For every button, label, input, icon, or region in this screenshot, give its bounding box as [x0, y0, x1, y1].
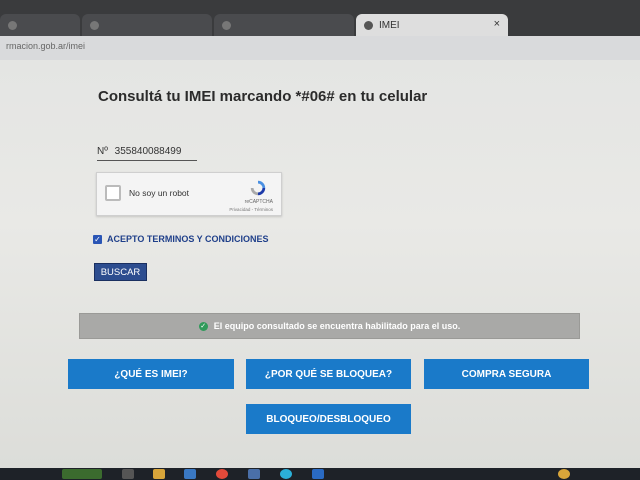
taskbar-wallpaper-icon: [62, 469, 102, 479]
bloqueo-desbloqueo-button[interactable]: BLOQUEO/DESBLOQUEO: [246, 404, 411, 434]
status-banner: ✓ El equipo consultado se encuentra habi…: [79, 313, 580, 339]
browser-tab-imei[interactable]: IMEI ×: [356, 14, 508, 36]
imei-value: 355840088499: [114, 146, 182, 157]
calculator-icon[interactable]: [184, 469, 196, 479]
tab-favicon-icon: [8, 20, 17, 30]
recaptcha-checkbox[interactable]: [105, 185, 121, 201]
task-view-icon[interactable]: [122, 469, 134, 479]
recaptcha-brand: reCAPTCHA: [244, 199, 273, 205]
por-que-se-bloquea-button[interactable]: ¿POR QUÉ SE BLOQUEA?: [246, 359, 411, 389]
terms-label: ACEPTO TERMINOS Y CONDICIONES: [107, 234, 269, 244]
browser-tab[interactable]: [214, 14, 354, 36]
page-title: Consultá tu IMEI marcando *#06# en tu ce…: [98, 88, 428, 105]
outlook-icon[interactable]: [312, 469, 324, 479]
imei-field[interactable]: Nº 355840088499: [97, 146, 197, 161]
terms-checkbox-row[interactable]: ✓ ACEPTO TERMINOS Y CONDICIONES: [93, 234, 269, 244]
status-message: El equipo consultado se encuentra habili…: [213, 321, 461, 331]
tab-favicon-icon: [90, 20, 99, 30]
imei-prefix: Nº: [97, 146, 108, 157]
recaptcha-widget: No soy un robot reCAPTCHA Privacidad - T…: [96, 172, 282, 216]
browser-tab[interactable]: [82, 14, 212, 36]
recaptcha-logo-icon: [250, 180, 266, 196]
terms-checkbox[interactable]: ✓: [93, 234, 102, 244]
page-content: Consultá tu IMEI marcando *#06# en tu ce…: [0, 60, 640, 468]
que-es-imei-button[interactable]: ¿QUÉ ES IMEI?: [68, 359, 234, 389]
browser-tab-bar: IMEI ×: [0, 0, 640, 40]
tab-favicon-icon: [364, 20, 373, 30]
weather-icon[interactable]: [558, 469, 570, 479]
compra-segura-button[interactable]: COMPRA SEGURA: [424, 359, 589, 389]
edge-icon[interactable]: [280, 469, 292, 479]
tab-favicon-icon: [222, 20, 231, 30]
address-bar[interactable]: rmacion.gob.ar/imei: [0, 36, 640, 61]
chrome-icon[interactable]: [216, 469, 228, 479]
tab-close-icon[interactable]: ×: [494, 18, 500, 30]
search-button[interactable]: BUSCAR: [94, 263, 147, 281]
file-explorer-icon[interactable]: [153, 469, 165, 479]
check-circle-icon: ✓: [198, 321, 208, 331]
recaptcha-privacy-link[interactable]: Privacidad - Términos: [229, 207, 273, 212]
recaptcha-label: No soy un robot: [129, 188, 190, 198]
browser-tab[interactable]: [0, 14, 80, 36]
app-icon[interactable]: [248, 469, 260, 479]
url-text[interactable]: rmacion.gob.ar/imei: [6, 41, 85, 51]
os-taskbar: [0, 468, 640, 480]
